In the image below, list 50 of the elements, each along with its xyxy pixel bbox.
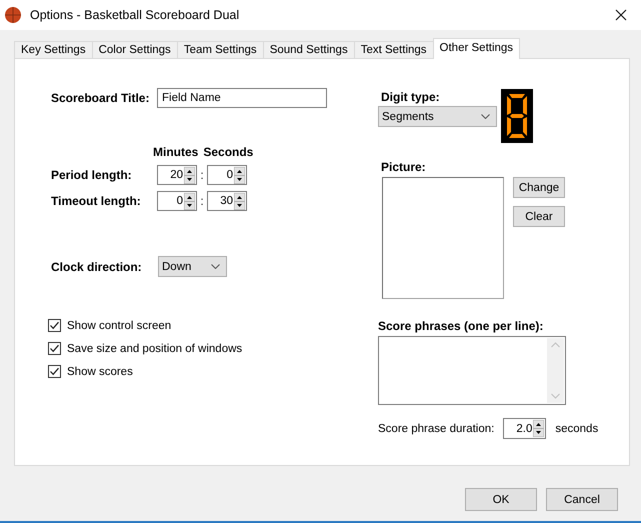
field-label: Scoreboard Title: (51, 91, 150, 105)
spin-arrows-icon (234, 192, 245, 210)
picture-button[interactable]: Change (513, 177, 565, 198)
checkbox[interactable] (48, 319, 61, 332)
tab[interactable]: Other Settings (432, 38, 520, 59)
checkbox[interactable] (48, 342, 61, 355)
number-spinner[interactable]: 0 (207, 165, 247, 185)
close-icon[interactable] (615, 9, 627, 21)
chevron-down-icon (481, 114, 490, 119)
checkbox-label[interactable]: Save size and position of windows (67, 342, 242, 354)
number-spinner[interactable]: 0 (157, 191, 197, 211)
field-label: Clock direction: (51, 260, 143, 274)
basketball-icon (4, 6, 22, 24)
tab[interactable]: Text Settings (354, 41, 434, 58)
number-spinner[interactable]: 2.0 (503, 418, 546, 439)
spin-arrows-icon (234, 166, 245, 184)
checkbox[interactable] (48, 365, 61, 378)
time-separator: : (199, 168, 205, 182)
seven-segment-digit-icon (501, 89, 533, 143)
dialog-button[interactable]: Cancel (546, 488, 618, 511)
score-phrases-textarea[interactable] (378, 336, 566, 405)
tab[interactable]: Team Settings (176, 41, 264, 58)
number-spinner[interactable]: 20 (157, 165, 197, 185)
field-label: Score phrases (one per line): (378, 319, 544, 333)
scrollbar-icon (547, 338, 564, 403)
column-heading: Seconds (203, 145, 254, 159)
tab[interactable]: Sound Settings (262, 41, 355, 58)
tab[interactable]: Color Settings (92, 41, 178, 58)
picture-button[interactable]: Clear (513, 206, 565, 227)
clock-direction-dropdown[interactable]: Down (158, 256, 227, 277)
column-heading: Minutes (153, 145, 198, 159)
spin-arrows-icon (184, 166, 195, 184)
spin-arrows-icon (533, 420, 544, 437)
chevron-down-icon (211, 264, 220, 269)
spin-arrows-icon (184, 192, 195, 210)
field-label: Picture: (381, 160, 426, 174)
time-separator: : (199, 194, 205, 208)
dialog-button[interactable]: OK (465, 488, 537, 511)
checkbox-label[interactable]: Show scores (67, 366, 133, 378)
number-spinner[interactable]: 30 (207, 191, 247, 211)
digit-type-dropdown[interactable]: Segments (378, 106, 497, 127)
checkbox-label[interactable]: Show control screen (67, 320, 172, 332)
tab[interactable]: Key Settings (14, 41, 93, 58)
window-title: Options - Basketball Scoreboard Dual (30, 8, 240, 22)
field-label: Period length: (51, 168, 133, 182)
unit-label: seconds (555, 422, 598, 434)
field-label: Score phrase duration: (378, 422, 494, 434)
field-label: Digit type: (381, 90, 441, 104)
title-field[interactable]: Field Name (157, 88, 327, 108)
field-label: Timeout length: (51, 194, 142, 208)
